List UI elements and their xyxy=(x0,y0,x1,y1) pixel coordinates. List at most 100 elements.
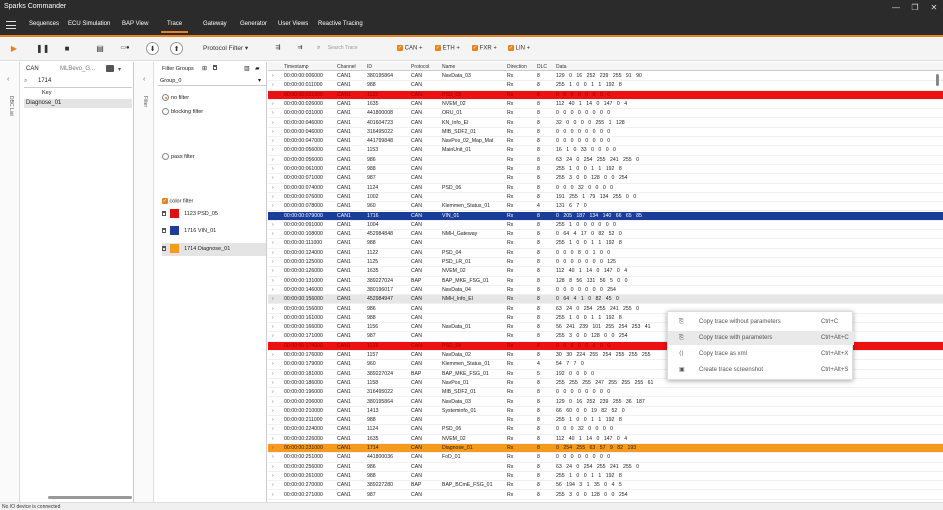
color-swatch[interactable] xyxy=(169,209,179,219)
col-name[interactable]: Name xyxy=(442,64,455,70)
collapse-icon[interactable]: ⇉ xyxy=(292,42,308,55)
list-item[interactable]: Diagnose_01 xyxy=(24,99,132,108)
trash-icon[interactable] xyxy=(162,228,166,234)
blocking-filter-radio[interactable]: blocking filter xyxy=(162,108,203,115)
table-row[interactable]: › 00:00:00:224000 CAN1 1124 CAN PSD_06 Rx 8 0 0 … xyxy=(268,425,943,435)
table-row[interactable]: › 00:00:00:078000 CAN1 960 CAN Klemmen_Status… xyxy=(268,202,943,212)
expand-icon[interactable]: ⇶ xyxy=(270,42,286,55)
table-row[interactable]: › 00:00:00:156000 CAN1 452984947 CAN NMH_Info… xyxy=(268,295,943,305)
col-protocol[interactable]: Protocol xyxy=(411,64,429,70)
table-row[interactable]: › 00:00:00:011000 CAN1 988 CAN Rx 8 255 1 0 0 1… xyxy=(268,81,943,91)
expand-row-icon[interactable]: › xyxy=(272,128,274,137)
menu-generator[interactable]: Generator xyxy=(240,21,267,27)
expand-row-icon[interactable]: › xyxy=(272,221,274,230)
table-row[interactable]: › 00:00:00:006000 CAN1 380195864 CAN NavData_… xyxy=(268,72,943,82)
trash-icon[interactable] xyxy=(162,211,166,217)
color-filter-entry[interactable]: 1714 Diagnose_01 xyxy=(162,243,266,256)
expand-row-icon[interactable]: › xyxy=(272,119,274,128)
menu-gateway[interactable]: Gateway xyxy=(203,21,227,27)
search-input[interactable]: ⌕ Search Trace xyxy=(317,43,389,54)
expand-row-icon[interactable]: › xyxy=(272,388,274,397)
can-protocol-toggle[interactable]: ✓ CAN + xyxy=(397,45,423,52)
table-row[interactable]: › 00:00:00:206000 CAN1 380195864 CAN NavData_… xyxy=(268,398,943,407)
table-row[interactable]: › 00:00:00:146000 CAN1 380196017 CAN NavData_… xyxy=(268,286,943,296)
copy-without-params-item[interactable]: ⎘ Copy trace without parameters Ctrl+C xyxy=(668,315,854,329)
expand-row-icon[interactable]: › xyxy=(272,295,274,304)
collapse-arrow-icon[interactable]: ‹ xyxy=(143,76,145,83)
expand-row-icon[interactable]: › xyxy=(272,463,274,472)
table-row[interactable]: › 00:00:00:211000 CAN1 988 CAN Rx 8 255 1 0 0 1… xyxy=(268,416,943,426)
dbc-file-delete-icon[interactable] xyxy=(106,65,114,72)
expand-row-icon[interactable]: › xyxy=(272,398,274,407)
pause-icon[interactable]: ❚❚ xyxy=(36,42,49,55)
expand-row-icon[interactable]: › xyxy=(272,342,274,351)
col-timestamp[interactable]: Timestamp xyxy=(284,64,309,70)
horizontal-scrollbar[interactable] xyxy=(48,496,132,499)
expand-row-icon[interactable]: › xyxy=(272,305,274,314)
table-row[interactable]: › 00:00:00:261000 CAN1 988 CAN Rx 8 255 1 0 0 1… xyxy=(268,472,943,482)
protocol-filter-dropdown[interactable]: Protocol Filter ▾ xyxy=(203,44,248,52)
expand-row-icon[interactable]: › xyxy=(272,453,274,462)
table-row[interactable]: › 00:00:00:108000 CAN1 452984848 CAN NMH_Gate… xyxy=(268,230,943,240)
table-row[interactable]: › 00:00:00:196000 CAN1 316495022 CAN MIB_SDF2… xyxy=(268,388,943,398)
table-row[interactable]: › 00:00:00:124000 CAN1 1122 CAN PSD_04 Rx 8 0 0 … xyxy=(268,249,943,258)
expand-row-icon[interactable]: › xyxy=(272,100,274,109)
stop-icon[interactable]: ■ xyxy=(62,42,72,55)
expand-row-icon[interactable]: › xyxy=(272,184,274,193)
pass-filter-radio[interactable]: pass filter xyxy=(162,153,195,160)
expand-row-icon[interactable]: › xyxy=(272,332,274,341)
col-dlc[interactable]: DLC xyxy=(537,64,547,70)
expand-row-icon[interactable]: › xyxy=(272,109,274,118)
expand-row-icon[interactable]: › xyxy=(272,258,274,267)
expand-row-icon[interactable]: › xyxy=(272,81,274,90)
trace-table[interactable]: Timestamp Channel ID Protocol Name Direc… xyxy=(268,62,943,502)
fxr-protocol-toggle[interactable]: ✓ FXR + xyxy=(472,45,497,52)
expand-row-icon[interactable]: › xyxy=(272,491,274,500)
expand-row-icon[interactable]: › xyxy=(272,370,274,379)
col-channel[interactable]: Channel xyxy=(337,64,356,70)
table-row[interactable]: › 00:00:00:131000 CAN1 389227024 BAP BAP_MKE_… xyxy=(268,277,943,286)
expand-row-icon[interactable]: › xyxy=(272,165,274,174)
expand-row-icon[interactable]: › xyxy=(272,277,274,286)
expand-row-icon[interactable]: › xyxy=(272,193,274,202)
expand-row-icon[interactable]: › xyxy=(272,146,274,155)
table-row[interactable]: › 00:00:00:226000 CAN1 1635 CAN NVEM_02 Rx 8 112… xyxy=(268,435,943,444)
expand-row-icon[interactable]: › xyxy=(272,351,274,360)
lin-protocol-toggle[interactable]: ✓ LIN + xyxy=(508,45,530,52)
col-direction[interactable]: Direction xyxy=(507,64,527,70)
expand-row-icon[interactable]: › xyxy=(272,314,274,323)
table-row[interactable]: › 00:00:00:076000 CAN1 1002 CAN Rx 8 191 255 1 … xyxy=(268,193,943,203)
expand-row-icon[interactable]: › xyxy=(272,425,274,434)
menu-reactive-tracing[interactable]: Reactive Tracing xyxy=(318,21,363,27)
table-row[interactable]: › 00:00:00:231000 CAN1 1714 CAN Diagnose_01 Rx… xyxy=(268,444,943,454)
delete-group-icon[interactable] xyxy=(213,65,217,71)
table-row[interactable]: › 00:00:00:251000 CAN1 441800036 CAN FoD_01 Rx… xyxy=(268,453,943,463)
expand-row-icon[interactable]: › xyxy=(272,286,274,295)
table-row[interactable]: › 00:00:00:270000 CAN1 389227280 BAP BAP_BCmE… xyxy=(268,481,943,491)
import-icon[interactable]: ▥ xyxy=(244,65,250,72)
maximize-icon[interactable]: ❐ xyxy=(909,2,921,13)
export-trace-icon[interactable]: ⬆ xyxy=(170,42,183,55)
table-row[interactable]: › 00:00:00:061000 CAN1 988 CAN Rx 8 255 1 0 0 1… xyxy=(268,165,943,175)
expand-row-icon[interactable]: › xyxy=(272,239,274,248)
folder-icon[interactable]: ▰ xyxy=(255,65,260,72)
expand-row-icon[interactable]: › xyxy=(272,472,274,481)
toggle-icon[interactable]: ▭● xyxy=(117,42,133,55)
expand-row-icon[interactable]: › xyxy=(272,174,274,183)
minimize-icon[interactable]: — xyxy=(890,2,902,13)
expand-row-icon[interactable]: › xyxy=(272,212,274,221)
hamburger-icon[interactable] xyxy=(6,21,16,29)
vertical-scrollbar[interactable] xyxy=(936,74,939,86)
table-row[interactable]: › 00:00:00:021000 CAN1 1123 CAN PSD_05 Rx 8 0 0 … xyxy=(268,90,943,100)
expand-row-icon[interactable]: › xyxy=(272,379,274,388)
copy-as-xml-item[interactable]: ⟨⟩ Copy trace as xml Ctrl+Alt+X xyxy=(668,347,854,361)
menu-bap-view[interactable]: BAP View xyxy=(122,21,148,27)
menu-user-views[interactable]: User Views xyxy=(278,21,308,27)
table-row[interactable]: › 00:00:00:091000 CAN1 1004 CAN Rx 8 255 1 0 0 … xyxy=(268,221,943,231)
color-filter-checkbox[interactable]: ✓ color filter xyxy=(162,198,193,204)
table-row[interactable]: › 00:00:00:056000 CAN1 1153 CAN MainUnit_01 Rx… xyxy=(268,146,943,156)
table-row[interactable]: › 00:00:00:026000 CAN1 1635 CAN NVEM_02 Rx 8 112… xyxy=(268,100,943,110)
dbc-dropdown-icon[interactable]: ▾ xyxy=(118,66,121,73)
dbc-search-input[interactable]: 1714 xyxy=(38,78,51,84)
menu-ecu-simulation[interactable]: ECU Simulation xyxy=(68,21,110,27)
